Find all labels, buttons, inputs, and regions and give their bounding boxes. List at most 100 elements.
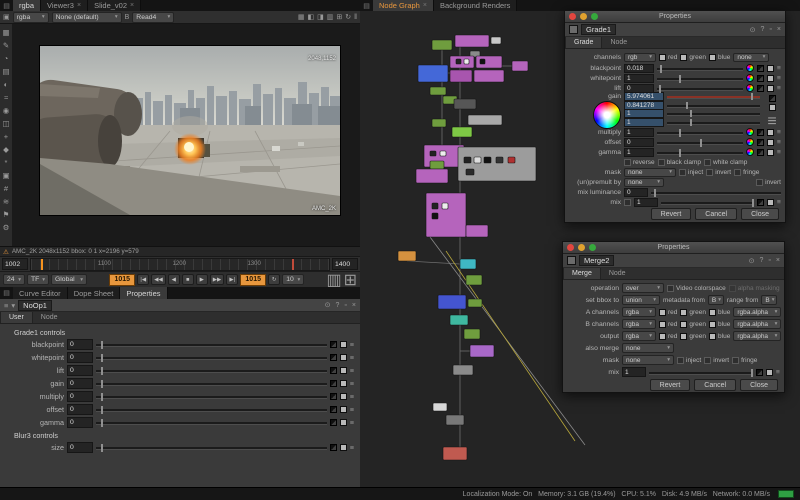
graph-node[interactable] — [460, 259, 476, 269]
toolbar-deep-icon[interactable]: ▣ — [0, 169, 12, 182]
revert-button[interactable]: Revert — [650, 379, 691, 391]
window-titlebar[interactable]: Properties — [563, 242, 784, 254]
mask-inject-checkbox[interactable]: inject — [679, 169, 703, 176]
animation-menu-icon[interactable]: ≡ — [777, 65, 781, 72]
toolbar-image-icon[interactable]: ▦ — [0, 26, 12, 39]
close-icon[interactable]: × — [77, 2, 81, 9]
graph-node[interactable] — [474, 70, 504, 82]
node-color-swatch[interactable] — [567, 256, 576, 265]
frame-mode-dropdown[interactable]: TF▾ — [27, 274, 49, 285]
stop-button[interactable]: ■ — [182, 274, 194, 285]
knob-slider[interactable] — [667, 119, 760, 126]
enable-checkbox[interactable] — [767, 129, 774, 136]
animation-menu-icon[interactable]: ≡ — [350, 379, 354, 388]
video-colorspace-checkbox-box[interactable] — [667, 285, 674, 292]
layer-dropdown[interactable]: rgba▾ — [622, 331, 656, 341]
knob-slider[interactable] — [96, 352, 327, 363]
blue-checkbox-box[interactable] — [709, 333, 716, 340]
red-checkbox[interactable]: red — [659, 333, 677, 340]
layer-dropdown[interactable]: rgba▾ — [622, 307, 656, 317]
help-icon[interactable]: ? — [760, 257, 764, 264]
range-start-field[interactable]: 1002 — [2, 258, 28, 270]
animation-menu-icon[interactable]: ≡ — [777, 75, 781, 82]
slider-handle[interactable] — [690, 110, 692, 117]
color-swatch[interactable] — [757, 139, 764, 146]
color-swatch[interactable] — [330, 354, 337, 361]
mix-value[interactable]: 1 — [634, 198, 658, 207]
tab-background-renders[interactable]: Background Renders — [434, 0, 517, 11]
white-clamp-checkbox[interactable]: white clamp — [704, 159, 747, 166]
channels-layer-dropdown[interactable]: rgb▾ — [624, 53, 656, 62]
slider-handle[interactable] — [686, 102, 688, 109]
color-swatch[interactable] — [769, 95, 776, 102]
graph-node[interactable] — [466, 169, 474, 175]
blue-checkbox[interactable]: blue — [709, 321, 730, 328]
color-swatch[interactable] — [757, 149, 764, 156]
mask-fringe-checkbox-box[interactable] — [732, 357, 739, 364]
toolbar-toolsets-icon[interactable]: ⚑ — [0, 208, 12, 221]
graph-node[interactable] — [466, 225, 488, 237]
range-end-field[interactable]: 1400 — [332, 258, 358, 270]
loop-button[interactable]: ↻ — [268, 274, 280, 285]
graph-node[interactable] — [466, 275, 482, 285]
graph-node[interactable] — [455, 35, 489, 47]
frame-ruler[interactable]: 110012001300 — [30, 258, 330, 271]
graph-node[interactable] — [430, 161, 444, 169]
toolbar-color-icon[interactable]: ◐ — [0, 78, 12, 91]
close-icon[interactable]: × — [777, 26, 781, 33]
graph-node[interactable] — [474, 157, 481, 163]
knob-slider[interactable] — [96, 378, 327, 389]
animation-menu-icon[interactable]: ≡ — [776, 369, 780, 376]
graph-node[interactable] — [484, 157, 491, 163]
color-swatch[interactable] — [757, 65, 764, 72]
alpha-masking-checkbox[interactable]: alpha masking — [729, 285, 780, 292]
color-wheel-icon[interactable] — [746, 64, 754, 72]
premult-invert-checkbox[interactable]: invert — [756, 179, 781, 186]
green-checkbox[interactable]: green — [680, 309, 706, 316]
red-checkbox-box[interactable] — [659, 321, 666, 328]
center-node-icon[interactable]: ⊙ — [750, 26, 756, 34]
color-swatch[interactable] — [757, 85, 764, 92]
range-scope-dropdown[interactable]: Global▾ — [51, 274, 87, 285]
layer-dropdown[interactable]: rgba▾ — [622, 319, 656, 329]
color-swatch[interactable] — [330, 341, 337, 348]
premult-dropdown[interactable]: none▾ — [624, 178, 664, 187]
also-merge-dropdown[interactable]: none▾ — [622, 343, 674, 353]
graph-node[interactable] — [458, 147, 536, 181]
enable-checkbox[interactable] — [340, 406, 347, 413]
graph-node[interactable] — [464, 157, 471, 163]
extra-channel-dropdown[interactable]: rgba.alpha▾ — [733, 307, 781, 317]
premult-invert-checkbox-box[interactable] — [756, 179, 763, 186]
mask-fringe-checkbox-box[interactable] — [734, 169, 741, 176]
input-dropdown[interactable]: Read4▾ — [132, 12, 174, 23]
mask-fringe-checkbox[interactable]: fringe — [732, 357, 757, 364]
graph-node[interactable] — [453, 365, 473, 375]
color-wheel-icon[interactable] — [746, 84, 754, 92]
slider-handle[interactable] — [700, 139, 702, 147]
color-wheel-icon[interactable] — [746, 148, 754, 156]
prev-keyframe-button[interactable]: ◀◀ — [151, 274, 165, 285]
color-swatch[interactable] — [330, 393, 337, 400]
slider-handle[interactable] — [654, 189, 656, 197]
tab-node-graph[interactable]: Node Graph× — [373, 0, 434, 11]
slider-handle[interactable] — [751, 93, 753, 100]
graph-node[interactable] — [464, 329, 480, 339]
graph-node[interactable] — [443, 447, 467, 460]
enable-checkbox[interactable] — [769, 104, 776, 111]
layer-dropdown[interactable]: rgba▾ — [13, 12, 49, 23]
graph-node[interactable] — [512, 61, 528, 71]
panel-menu-icon[interactable]: ≡ — [4, 301, 8, 310]
color-swatch[interactable] — [757, 129, 764, 136]
cancel-button[interactable]: Cancel — [694, 379, 736, 391]
toolbar-channel-icon[interactable]: ▤ — [0, 65, 12, 78]
tab-merge[interactable]: Merge — [563, 268, 601, 279]
knob-value[interactable]: 0.018 — [624, 64, 654, 73]
enable-checkbox[interactable] — [767, 149, 774, 156]
slider-handle[interactable] — [101, 341, 103, 349]
window-titlebar[interactable]: Properties — [565, 11, 785, 23]
slider-handle[interactable] — [679, 75, 681, 83]
knob-value[interactable]: 0 — [67, 352, 93, 363]
animation-menu-icon[interactable]: ≡ — [350, 366, 354, 375]
graph-node[interactable] — [446, 415, 464, 425]
close-icon[interactable]: × — [423, 2, 427, 9]
